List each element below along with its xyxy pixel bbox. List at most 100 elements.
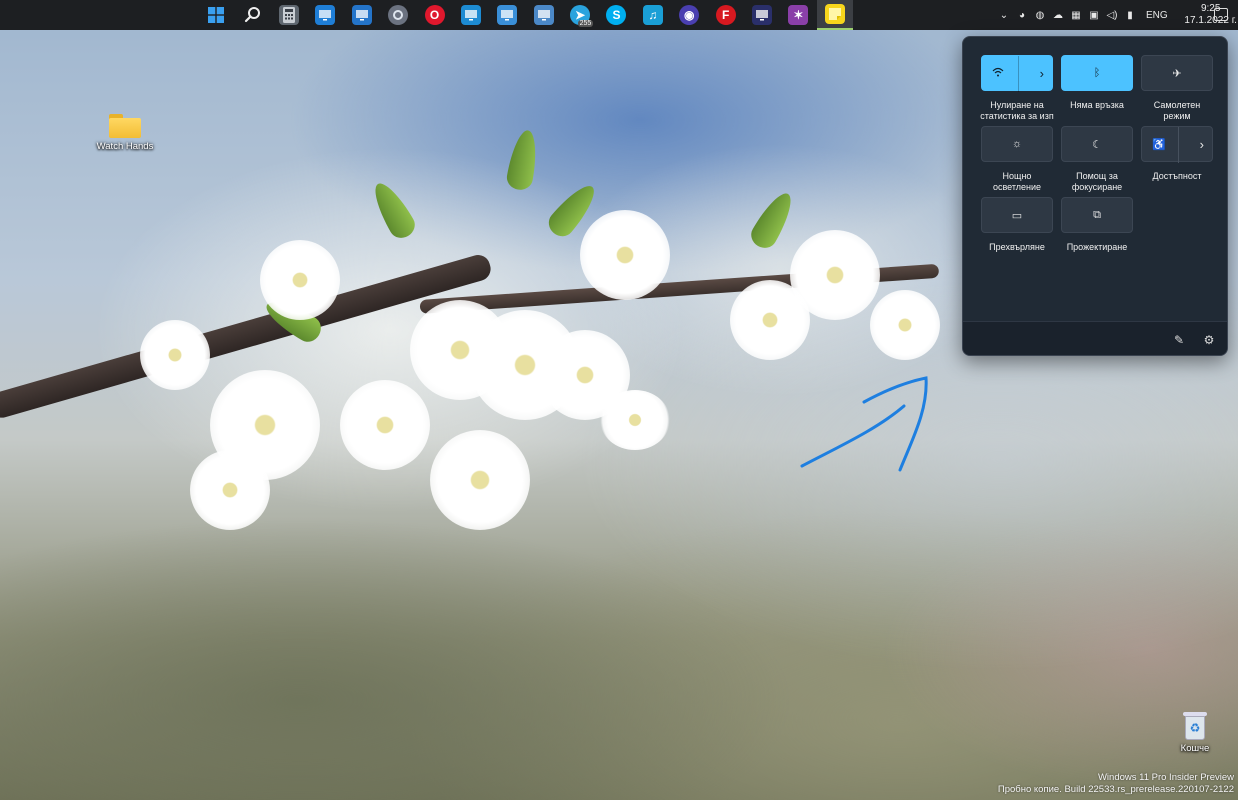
quick-settings-footer: ✎ ⚙ [963, 321, 1227, 355]
puzzle-app[interactable]: ✶ [780, 0, 816, 30]
bluetooth-icon: ᛒ [1093, 67, 1101, 79]
chevron-up-icon[interactable]: ⌄ [998, 9, 1010, 21]
quick-settings-tile-label: Нулиране на статистика за изп [980, 100, 1054, 121]
taskbar: O ➤ 255 S ♫ ◉ F ✶ ⌄ ◕ ◍ ☁ ▦ ▣ ◁) ▮ ENG 9:25 17.… [0, 0, 1238, 30]
globe-icon[interactable]: ◕ [1016, 9, 1028, 21]
desktop-icon-label: Кошче [1180, 743, 1210, 754]
chevron-right-icon[interactable]: › [1200, 137, 1204, 152]
language-indicator[interactable]: ENG [1146, 10, 1168, 21]
monitor-icon [460, 5, 481, 25]
system-tray: ⌄ ◕ ◍ ☁ ▦ ▣ ◁) ▮ ENG 9:25 17.1.2022 г. [998, 0, 1238, 30]
gear-icon [388, 5, 409, 25]
opera-app[interactable]: O [416, 0, 452, 30]
taskbar-apps: O ➤ 255 S ♫ ◉ F ✶ [198, 0, 854, 30]
cast-icon: ▭ [1011, 209, 1023, 222]
quick-settings-tile-accessibility[interactable]: ♿ › [1141, 126, 1213, 163]
headphones-app[interactable]: ♫ [635, 0, 671, 30]
quick-settings-tile-label: Самолетен режим [1153, 100, 1201, 121]
moon-icon: ☾ [1092, 138, 1102, 151]
quick-settings-tile-bluetooth[interactable]: ᛒ [1061, 55, 1133, 91]
clock[interactable]: 9:25 17.1.2022 г. [1182, 3, 1238, 27]
search-button[interactable] [234, 0, 270, 30]
windows-watermark: Windows 11 Pro Insider Preview Пробно ко… [998, 772, 1234, 796]
wallpaper-blossom [870, 290, 940, 360]
keyboard-icon[interactable]: ▦ [1070, 9, 1082, 21]
calculator-icon [278, 5, 299, 25]
control-panel-icon [497, 5, 518, 25]
opera-icon: O [424, 5, 445, 25]
terminal-icon [752, 5, 773, 25]
clock-date: 17.1.2022 г. [1184, 15, 1237, 26]
quick-settings-tile-label: Прехвърляне [989, 242, 1045, 252]
wallpaper-blossom [340, 380, 430, 470]
photos-icon [351, 5, 372, 25]
quick-settings-tile-label: Няма връзка [1070, 100, 1124, 110]
quick-settings-tile-brightness[interactable]: ☼ [981, 126, 1053, 162]
wallpaper-leaf [504, 128, 542, 192]
recycle-bin-icon: ♻ [1182, 710, 1208, 740]
calculator-app[interactable] [271, 0, 307, 30]
store-icon [315, 5, 336, 25]
resource-monitor-app[interactable] [526, 0, 562, 30]
notification-badge: 255 [577, 20, 594, 27]
wallpaper-blossom [580, 210, 670, 300]
quick-settings-tile-label: Прожектиране [1066, 242, 1128, 252]
wallpaper-blossom [260, 240, 340, 320]
quick-settings-tile-airplane[interactable]: ✈ [1141, 55, 1213, 91]
start-button[interactable] [198, 0, 234, 30]
accessibility-icon: ♿ [1152, 138, 1166, 151]
battery-icon[interactable]: ▮ [1124, 9, 1136, 21]
quick-settings-tile-cast[interactable]: ▭ [981, 197, 1053, 233]
network-icon[interactable]: ▣ [1088, 9, 1100, 21]
notification-icon[interactable] [1214, 8, 1228, 21]
wallpaper-blossom [790, 230, 880, 320]
store-app[interactable] [307, 0, 343, 30]
desktop-icon-recycle-bin[interactable]: ♻ Кошче [1160, 710, 1230, 754]
quick-settings-tile-label: Достъпност [1152, 171, 1202, 181]
wallpaper-blossom [600, 390, 670, 450]
puzzle-icon: ✶ [788, 5, 809, 25]
media-player-app[interactable]: ◉ [671, 0, 707, 30]
red-app[interactable]: F [707, 0, 743, 30]
desktop-icon-watch-hands[interactable]: Watch Hands [90, 114, 160, 152]
sticky-notes-icon [824, 4, 845, 24]
skype-app[interactable]: S [598, 0, 634, 30]
wifi-icon [992, 67, 1004, 80]
weather-icon[interactable]: ◍ [1034, 9, 1046, 21]
remote-desktop-app[interactable] [453, 0, 489, 30]
skype-icon: S [606, 5, 627, 25]
cloud-icon[interactable]: ☁ [1052, 9, 1064, 21]
edit-icon[interactable]: ✎ [1171, 332, 1187, 348]
terminal-app[interactable] [744, 0, 780, 30]
headphones-icon: ♫ [642, 5, 663, 25]
windows-logo-icon [206, 5, 226, 25]
watermark-line-2: Пробно копие. Build 22533.rs_prerelease.… [997, 784, 1234, 795]
wallpaper-leaf [366, 177, 420, 243]
project-icon: ⧉ [1093, 208, 1101, 221]
quick-settings-tile-label: Нощно осветление [992, 171, 1042, 192]
sticky-app[interactable] [816, 0, 854, 30]
photos-app[interactable] [344, 0, 380, 30]
f-logo-icon: F [715, 5, 736, 25]
watermark-line-1: Windows 11 Pro Insider Preview [1097, 772, 1234, 783]
wallpaper-blossom [190, 450, 270, 530]
airplane-icon: ✈ [1172, 67, 1182, 80]
wallpaper-leaf [746, 187, 800, 253]
telegram-app[interactable]: ➤ 255 [562, 0, 598, 30]
search-icon [243, 5, 263, 25]
quick-settings-panel: › Нулиране на статистика за изп ᛒ Няма връзк… [962, 36, 1228, 356]
chevron-right-icon[interactable]: › [1040, 66, 1044, 81]
clock-time: 9:25 [1200, 3, 1221, 14]
wallpaper-blossom [430, 430, 530, 530]
annotation-arrow [800, 376, 928, 472]
quick-settings-tile-moon[interactable]: ☾ [1061, 126, 1133, 162]
speaker-icon[interactable]: ◁) [1106, 9, 1118, 21]
control-panel-app[interactable] [489, 0, 525, 30]
settings-gear-icon[interactable]: ⚙ [1201, 332, 1217, 348]
brightness-icon: ☼ [1011, 138, 1023, 150]
quick-settings-tile-wifi[interactable]: › [981, 55, 1053, 92]
quick-settings-tile-label: Помощ за фокусиране [1071, 171, 1123, 192]
media-player-icon: ◉ [679, 5, 700, 25]
quick-settings-tile-project[interactable]: ⧉ [1061, 197, 1133, 233]
settings-app[interactable] [380, 0, 416, 30]
